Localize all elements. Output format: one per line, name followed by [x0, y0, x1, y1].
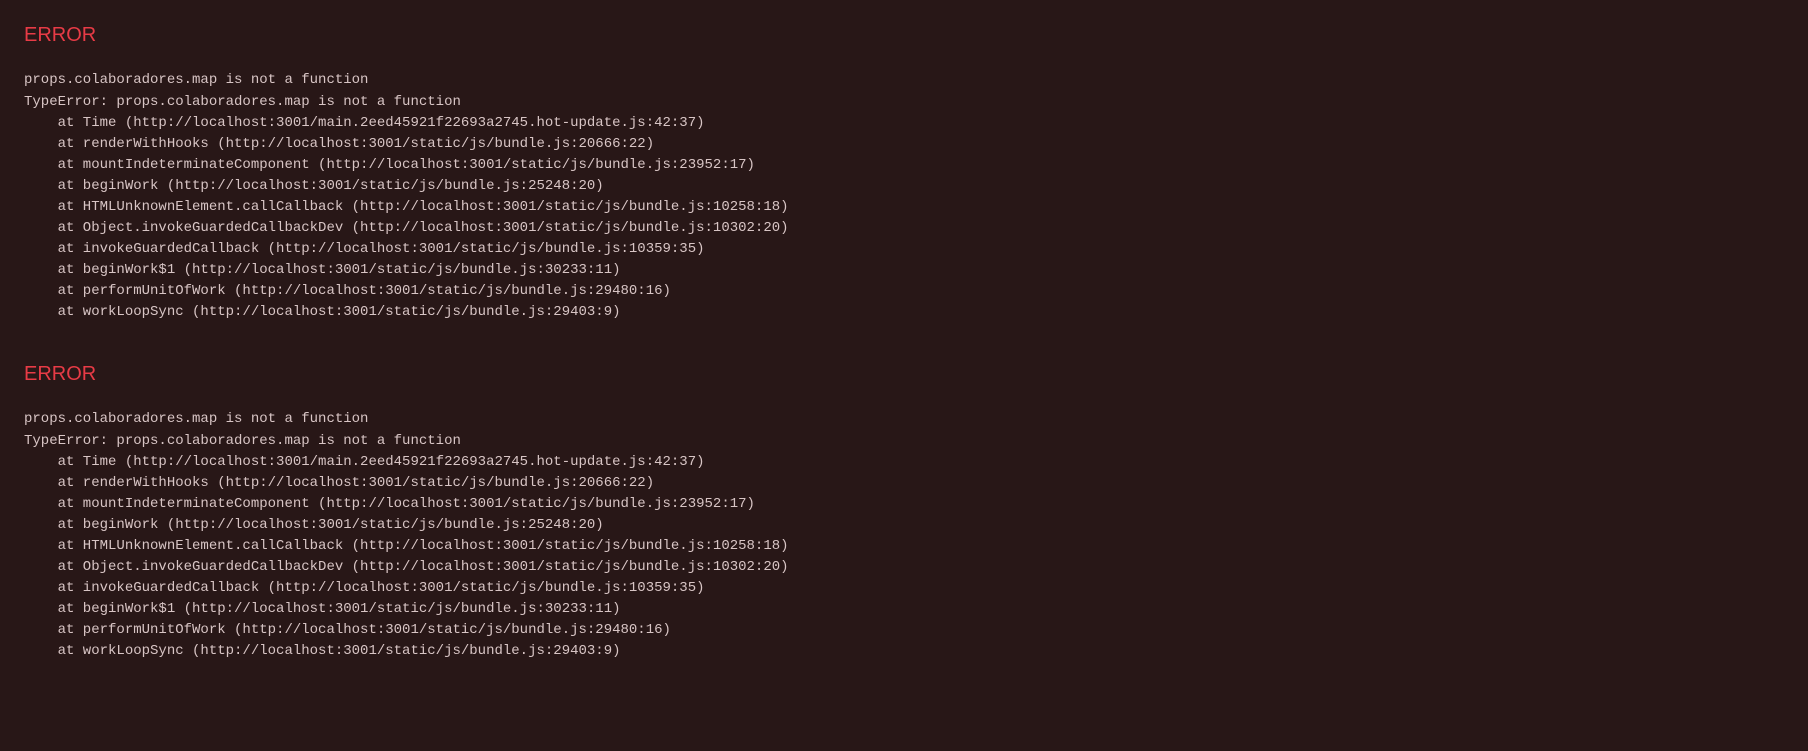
error-type: TypeError: props.colaboradores.map is no…	[24, 431, 1784, 452]
stack-frame: at renderWithHooks (http://localhost:300…	[24, 134, 1784, 155]
stack-frame: at Time (http://localhost:3001/main.2eed…	[24, 452, 1784, 473]
stack-frame: at invokeGuardedCallback (http://localho…	[24, 578, 1784, 599]
error-type: TypeError: props.colaboradores.map is no…	[24, 92, 1784, 113]
stack-frame: at Time (http://localhost:3001/main.2eed…	[24, 113, 1784, 134]
stack-frame: at mountIndeterminateComponent (http://l…	[24, 494, 1784, 515]
stack-frame: at workLoopSync (http://localhost:3001/s…	[24, 641, 1784, 662]
error-summary: props.colaboradores.map is not a functio…	[24, 409, 1784, 430]
stack-trace: at Time (http://localhost:3001/main.2eed…	[24, 452, 1784, 662]
error-summary: props.colaboradores.map is not a functio…	[24, 70, 1784, 91]
stack-trace: at Time (http://localhost:3001/main.2eed…	[24, 113, 1784, 323]
error-heading: ERROR	[24, 20, 1784, 50]
stack-frame: at beginWork (http://localhost:3001/stat…	[24, 515, 1784, 536]
stack-frame: at Object.invokeGuardedCallbackDev (http…	[24, 557, 1784, 578]
stack-frame: at beginWork (http://localhost:3001/stat…	[24, 176, 1784, 197]
error-heading: ERROR	[24, 359, 1784, 389]
stack-frame: at beginWork$1 (http://localhost:3001/st…	[24, 599, 1784, 620]
stack-frame: at renderWithHooks (http://localhost:300…	[24, 473, 1784, 494]
stack-frame: at HTMLUnknownElement.callCallback (http…	[24, 197, 1784, 218]
error-block: ERROR props.colaboradores.map is not a f…	[24, 359, 1784, 662]
stack-frame: at performUnitOfWork (http://localhost:3…	[24, 620, 1784, 641]
stack-frame: at beginWork$1 (http://localhost:3001/st…	[24, 260, 1784, 281]
stack-frame: at performUnitOfWork (http://localhost:3…	[24, 281, 1784, 302]
stack-frame: at invokeGuardedCallback (http://localho…	[24, 239, 1784, 260]
stack-frame: at HTMLUnknownElement.callCallback (http…	[24, 536, 1784, 557]
error-block: ERROR props.colaboradores.map is not a f…	[24, 20, 1784, 323]
stack-frame: at workLoopSync (http://localhost:3001/s…	[24, 302, 1784, 323]
stack-frame: at mountIndeterminateComponent (http://l…	[24, 155, 1784, 176]
stack-frame: at Object.invokeGuardedCallbackDev (http…	[24, 218, 1784, 239]
